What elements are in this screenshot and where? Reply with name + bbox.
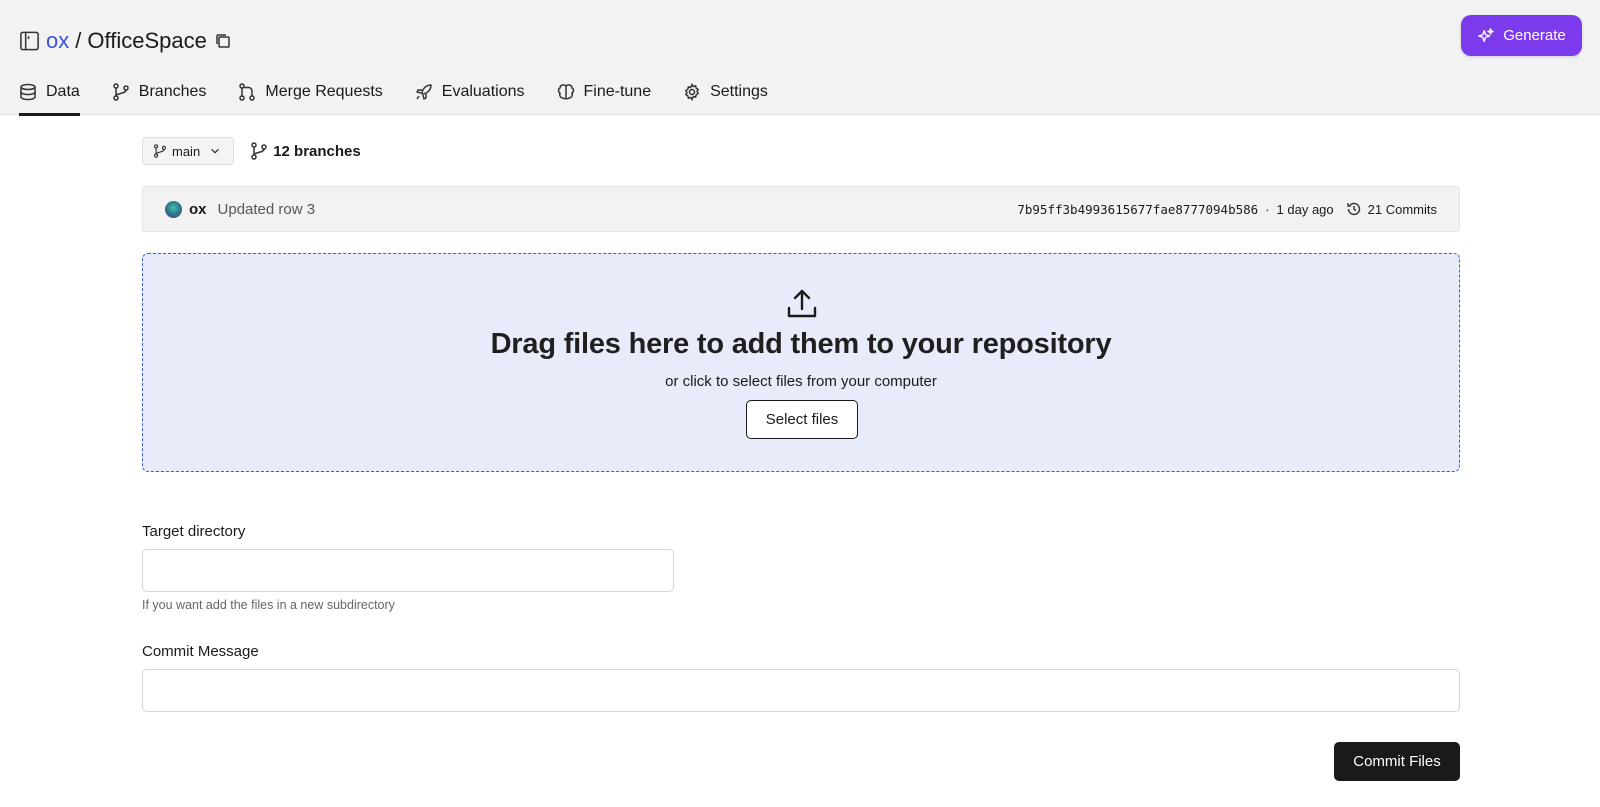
- database-icon: [20, 83, 36, 101]
- target-directory-hint: If you want add the files in a new subdi…: [142, 598, 395, 612]
- repo-tabs: Data Branches Merge Requests Evaluations…: [19, 80, 800, 116]
- branch-name: main: [172, 143, 201, 159]
- tab-branches[interactable]: Branches: [112, 80, 207, 115]
- commit-message-input[interactable]: [142, 669, 1460, 712]
- tab-label: Fine-tune: [583, 83, 652, 100]
- commits-history-link[interactable]: 21 Commits: [1346, 201, 1437, 217]
- tab-evaluations[interactable]: Evaluations: [415, 80, 525, 115]
- git-branch-icon: [153, 144, 167, 158]
- history-icon: [1346, 202, 1360, 216]
- tab-fine-tune[interactable]: Fine-tune: [557, 80, 652, 115]
- repo-header: ox / OfficeSpace Generate Data Branches …: [0, 0, 1600, 116]
- target-directory-input[interactable]: [142, 549, 674, 592]
- sparkles-icon: [1478, 27, 1495, 42]
- tab-label: Evaluations: [441, 83, 525, 100]
- dropzone-title: Drag files here to add them to your repo…: [490, 328, 1112, 360]
- meta-separator: ·: [1265, 201, 1270, 217]
- branch-bar: main 12 branches: [142, 137, 361, 165]
- rocket-icon: [416, 84, 432, 100]
- dropzone-subtitle: or click to select files from your compu…: [665, 373, 937, 390]
- commit-message[interactable]: Updated row 3: [218, 201, 316, 218]
- file-dropzone[interactable]: Drag files here to add them to your repo…: [142, 253, 1460, 472]
- commit-hash[interactable]: 7b95ff3b4993615677fae8777094b586: [1017, 202, 1258, 217]
- repo-title: ox / OfficeSpace: [19, 27, 232, 55]
- select-files-button[interactable]: Select files: [746, 400, 858, 439]
- branches-count: 12 branches: [273, 142, 361, 160]
- commits-count: 21 Commits: [1367, 201, 1437, 217]
- last-commit-bar: ox Updated row 3 7b95ff3b4993615677fae87…: [142, 186, 1460, 232]
- upload-icon: [787, 289, 817, 318]
- git-branch-icon: [251, 142, 267, 160]
- commit-meta: 7b95ff3b4993615677fae8777094b586 · 1 day…: [1017, 201, 1437, 217]
- tab-label: Merge Requests: [265, 83, 383, 100]
- generate-button[interactable]: Generate: [1461, 15, 1582, 56]
- target-directory-label: Target directory: [142, 523, 246, 540]
- avatar: [165, 200, 182, 218]
- commit-author[interactable]: ox: [189, 201, 207, 218]
- branches-count-link[interactable]: 12 branches: [250, 142, 361, 160]
- tab-label: Branches: [138, 83, 207, 100]
- brain-icon: [557, 84, 574, 100]
- repo-icon: [19, 30, 40, 52]
- git-branch-icon: [113, 83, 129, 101]
- title-separator: /: [75, 28, 82, 53]
- commit-message-label: Commit Message: [142, 643, 259, 660]
- repo-name: OfficeSpace: [87, 28, 207, 53]
- gear-icon: [684, 83, 700, 101]
- commit-files-button[interactable]: Commit Files: [1334, 742, 1460, 781]
- tab-label: Data: [46, 83, 80, 100]
- chevron-down-icon: [211, 148, 220, 154]
- generate-label: Generate: [1503, 27, 1566, 44]
- git-merge-icon: [239, 83, 256, 101]
- branch-select[interactable]: main: [142, 137, 235, 165]
- repo-owner-link[interactable]: ox: [46, 28, 69, 54]
- tab-data[interactable]: Data: [19, 80, 80, 116]
- commit-time: 1 day ago: [1276, 201, 1334, 217]
- copy-icon[interactable]: [214, 32, 232, 50]
- tab-settings[interactable]: Settings: [683, 80, 768, 115]
- tab-merge-requests[interactable]: Merge Requests: [238, 80, 383, 115]
- tab-label: Settings: [710, 83, 768, 100]
